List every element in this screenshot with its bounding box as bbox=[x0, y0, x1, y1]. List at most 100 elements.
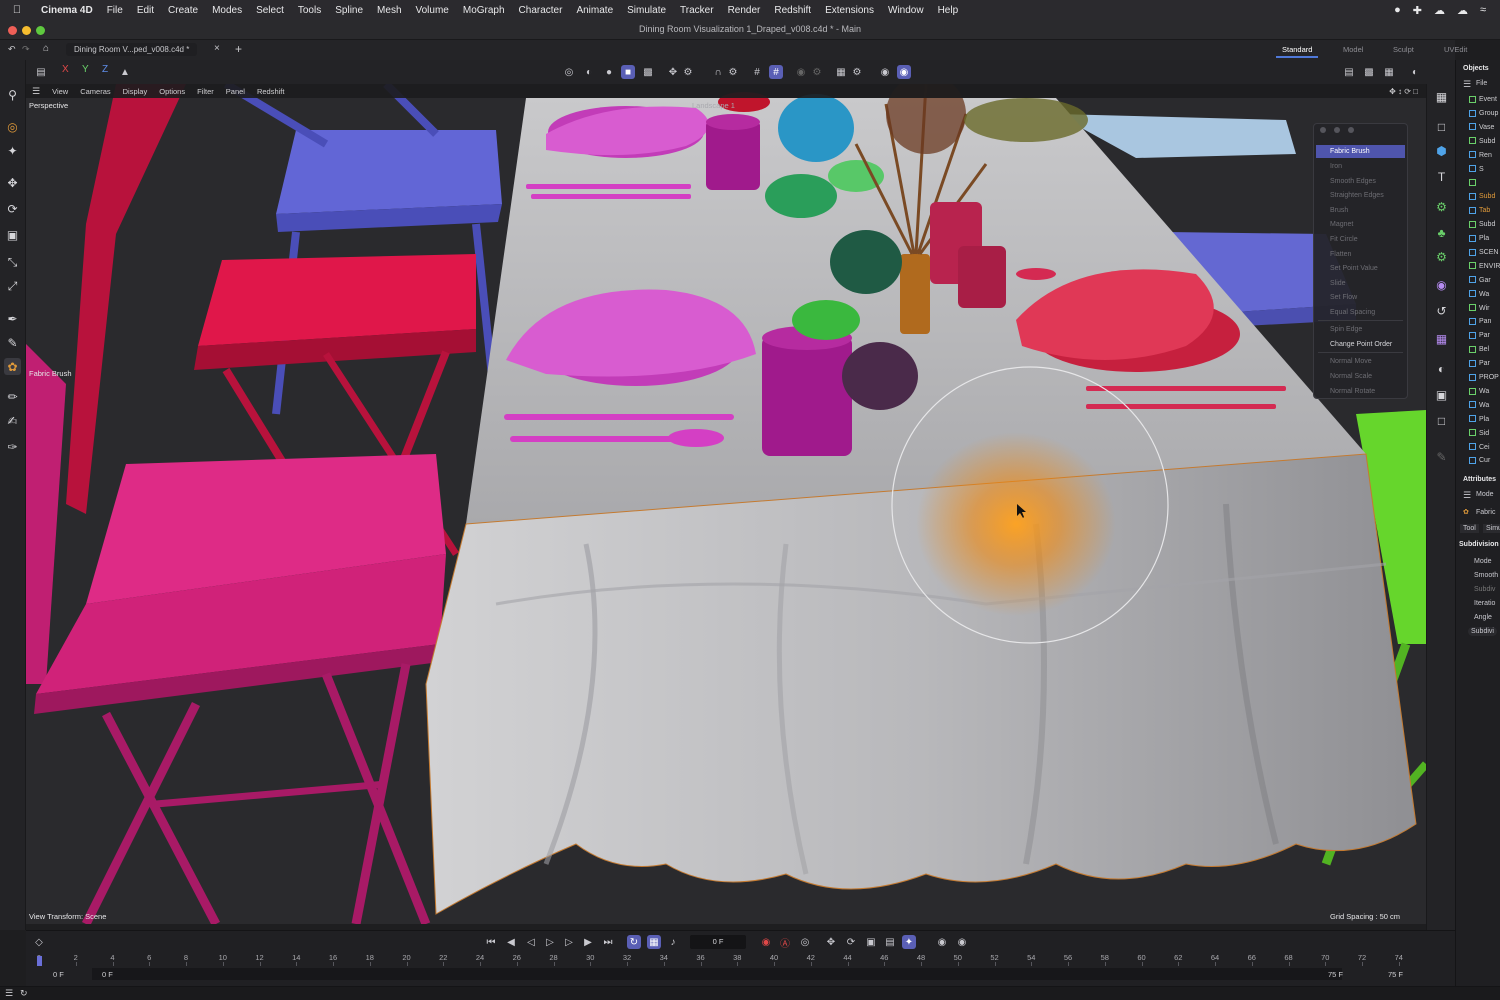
object-tree-row[interactable]: Subd bbox=[1456, 219, 1500, 231]
snap-icon[interactable]: ✥ bbox=[666, 65, 680, 79]
go-to-start-button[interactable]: ⏮ bbox=[484, 935, 498, 949]
menu-character[interactable]: Character bbox=[512, 5, 570, 16]
tool-normal-move[interactable]: Normal Move bbox=[1316, 355, 1405, 368]
tool-equal-spacing[interactable]: Equal Spacing bbox=[1316, 306, 1405, 319]
object-tree-row[interactable]: Tab bbox=[1456, 205, 1500, 217]
paint-icon[interactable]: ✍ bbox=[4, 412, 21, 429]
undo-icon[interactable]: ↶ bbox=[8, 44, 16, 55]
viewport-menu-icon[interactable]: ☰ bbox=[26, 86, 46, 97]
object-tree-row[interactable]: Wa bbox=[1456, 386, 1500, 398]
attributes-menu-icon[interactable]: ☰ bbox=[1463, 490, 1471, 501]
solo-icon[interactable]: ◉ bbox=[794, 65, 808, 79]
viewport-menu-options[interactable]: Options bbox=[153, 87, 191, 96]
layout-tab-model[interactable]: Model bbox=[1343, 45, 1363, 54]
wifi-icon[interactable]: ≈ bbox=[1480, 4, 1486, 17]
home-icon[interactable]: ⌂ bbox=[43, 43, 49, 54]
polygon-pen-icon[interactable]: ✑ bbox=[4, 438, 21, 455]
layout-switch-icon[interactable]: ▦ bbox=[1433, 88, 1450, 105]
tool-magnet[interactable]: Magnet bbox=[1316, 218, 1405, 231]
layout-tab-sculpt[interactable]: Sculpt bbox=[1393, 45, 1414, 54]
menu-redshift[interactable]: Redshift bbox=[767, 5, 818, 16]
axis-x-toggle[interactable]: X bbox=[62, 64, 69, 75]
object-tree-row[interactable]: Par bbox=[1456, 330, 1500, 342]
palette-minimize-icon[interactable] bbox=[1334, 127, 1340, 133]
axis-y-toggle[interactable]: Y bbox=[82, 64, 89, 75]
object-tree-row[interactable]: Vase bbox=[1456, 122, 1500, 134]
next-frame-button[interactable]: ▷ bbox=[562, 935, 576, 949]
texture-mode-icon[interactable]: ◐ bbox=[582, 65, 596, 79]
select-tool-icon[interactable]: ◎ bbox=[4, 118, 21, 135]
objects-menu-icon[interactable]: ☰ bbox=[1463, 79, 1471, 90]
text-tool-icon[interactable]: T bbox=[1433, 168, 1450, 185]
menu-file[interactable]: File bbox=[100, 5, 130, 16]
object-tree-row[interactable]: Bel bbox=[1456, 344, 1500, 356]
object-tree-row[interactable]: S bbox=[1456, 164, 1500, 176]
go-to-end-button[interactable]: ⏭ bbox=[601, 935, 615, 949]
key-rotation-button[interactable]: ⟳ bbox=[844, 935, 858, 949]
auto-key-button[interactable]: Ⓐ bbox=[778, 935, 792, 950]
object-tree-row[interactable]: ENVIR bbox=[1456, 261, 1500, 273]
key-param-button[interactable]: ▤ bbox=[883, 935, 897, 949]
menu-create[interactable]: Create bbox=[161, 5, 205, 16]
sketch-icon[interactable]: ✎ bbox=[4, 334, 21, 351]
cube-outline-icon[interactable]: □ bbox=[1433, 118, 1450, 135]
live-select-icon[interactable]: ✦ bbox=[4, 142, 21, 159]
cube-primitive-icon[interactable]: ⬢ bbox=[1433, 142, 1450, 159]
palette-close-icon[interactable] bbox=[1320, 127, 1326, 133]
tool-iron[interactable]: Iron bbox=[1316, 160, 1405, 173]
loop-button[interactable]: ↻ bbox=[627, 935, 641, 949]
model-mode-icon[interactable]: ◎ bbox=[562, 65, 576, 79]
transform-tool-icon[interactable]: ⤡ bbox=[4, 254, 21, 271]
tool-slide[interactable]: Slide bbox=[1316, 277, 1405, 290]
menu-volume[interactable]: Volume bbox=[409, 5, 456, 16]
object-tree-row[interactable]: Group bbox=[1456, 108, 1500, 120]
3d-viewport[interactable]: ☰ View Cameras Display Options Filter Pa… bbox=[26, 84, 1426, 924]
object-tree-row[interactable]: Event bbox=[1456, 94, 1500, 106]
tool-brush[interactable]: Brush bbox=[1316, 204, 1405, 217]
status-refresh-icon[interactable]: ↻ bbox=[20, 988, 28, 999]
play-button[interactable]: ▷ bbox=[543, 935, 557, 949]
keyframe-diamond-icon[interactable]: ◇ bbox=[32, 935, 46, 949]
motion-system-icon[interactable]: ◉ bbox=[935, 935, 949, 949]
tool-set-flow[interactable]: Set Flow bbox=[1316, 291, 1405, 304]
viewport-menu-display[interactable]: Display bbox=[117, 87, 154, 96]
magnet-settings-icon[interactable]: ⚙ bbox=[726, 65, 740, 79]
menu-tools[interactable]: Tools bbox=[291, 5, 328, 16]
object-tree-row[interactable]: PROP bbox=[1456, 372, 1500, 384]
render-settings-icon[interactable]: ⚙ bbox=[850, 65, 864, 79]
menu-spline[interactable]: Spline bbox=[328, 5, 370, 16]
objects-menu-file[interactable]: File bbox=[1476, 80, 1487, 87]
palette-expand-icon[interactable] bbox=[1348, 127, 1354, 133]
world-coordinates-icon[interactable]: ▲ bbox=[118, 65, 132, 79]
render-view-icon[interactable]: ▤ bbox=[1342, 65, 1356, 79]
search-icon[interactable]: ⚲ bbox=[4, 86, 21, 103]
redo-icon[interactable]: ↷ bbox=[22, 44, 30, 55]
document-tab[interactable]: Dining Room V...ped_v008.c4d * bbox=[66, 43, 198, 56]
next-key-button[interactable]: ▶ bbox=[581, 935, 595, 949]
axis-tool-icon[interactable]: ⤢ bbox=[4, 278, 21, 295]
motion-clip-icon[interactable]: ◉ bbox=[955, 935, 969, 949]
new-tab-icon[interactable]: + bbox=[235, 42, 242, 56]
menu-render[interactable]: Render bbox=[721, 5, 768, 16]
move-tool-icon[interactable]: ✥ bbox=[4, 174, 21, 191]
viewport-menu-cameras[interactable]: Cameras bbox=[74, 87, 116, 96]
object-tree-row[interactable]: Gar bbox=[1456, 275, 1500, 287]
solo-settings-icon[interactable]: ⚙ bbox=[810, 65, 824, 79]
object-tree-row[interactable]: Subd bbox=[1456, 191, 1500, 203]
attributes-tab-tool[interactable]: Tool bbox=[1460, 524, 1479, 533]
tool-fabric-brush[interactable]: Fabric Brush bbox=[1316, 145, 1405, 158]
light-icon[interactable]: ◐ bbox=[1433, 360, 1450, 377]
viewport-menu-panel[interactable]: Panel bbox=[220, 87, 251, 96]
object-tree-row[interactable]: Pan bbox=[1456, 316, 1500, 328]
current-frame-field[interactable]: 0 F bbox=[690, 935, 746, 949]
object-tree-row[interactable]: Cur bbox=[1456, 455, 1500, 467]
close-tab-icon[interactable]: × bbox=[214, 43, 220, 54]
render-queue-icon[interactable]: ▦ bbox=[1382, 65, 1396, 79]
uv-mode-icon[interactable]: ▩ bbox=[641, 65, 655, 79]
tool-normal-scale[interactable]: Normal Scale bbox=[1316, 370, 1405, 383]
field-icon[interactable]: ◉ bbox=[1433, 276, 1450, 293]
menu-animate[interactable]: Animate bbox=[569, 5, 620, 16]
render-region-icon[interactable]: ▦ bbox=[834, 65, 848, 79]
deformer-icon[interactable]: ⚙ bbox=[1433, 248, 1450, 265]
viewport-nav-icons[interactable]: ✥ ↕ ⟳ □ bbox=[1389, 87, 1426, 96]
